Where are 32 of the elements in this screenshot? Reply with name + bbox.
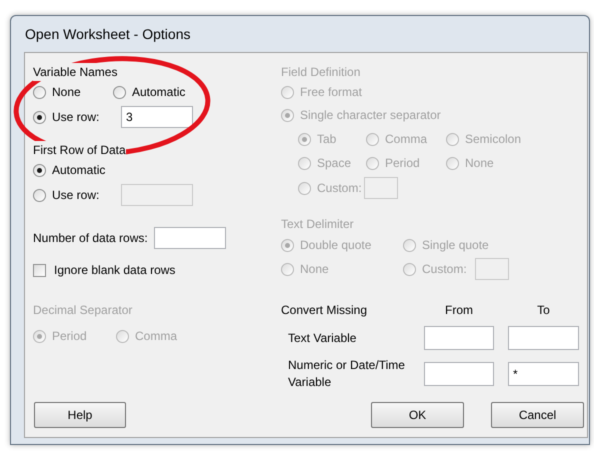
column-header: To bbox=[536, 302, 551, 319]
input-field[interactable]: 3 bbox=[121, 106, 193, 128]
radio-button[interactable] bbox=[33, 110, 46, 124]
radio-button[interactable] bbox=[113, 86, 126, 98]
input-field[interactable] bbox=[424, 326, 494, 350]
checkbox[interactable] bbox=[33, 264, 46, 276]
radio-button[interactable] bbox=[33, 86, 46, 98]
row-label: Numeric or Date/Time Variable bbox=[287, 357, 406, 391]
dialog-button[interactable]: Cancel bbox=[491, 402, 584, 428]
input-field[interactable] bbox=[424, 362, 494, 386]
dialog-button[interactable]: OK bbox=[371, 402, 464, 428]
row-label: Text Variable bbox=[287, 330, 358, 346]
input-field[interactable] bbox=[154, 227, 226, 249]
radio-option[interactable]: Automatic bbox=[113, 83, 186, 101]
input-field[interactable] bbox=[508, 326, 579, 350]
radio-option[interactable]: Automatic bbox=[33, 161, 106, 179]
input-field[interactable] bbox=[474, 258, 509, 280]
checkbox-option[interactable]: Ignore blank data rows bbox=[33, 259, 281, 281]
radio-button[interactable] bbox=[33, 164, 46, 176]
input-field[interactable] bbox=[364, 177, 398, 199]
radio-button[interactable] bbox=[33, 188, 46, 202]
column-header: From bbox=[444, 302, 474, 319]
window-title: Open Worksheet - Options bbox=[24, 25, 192, 44]
radio-option[interactable]: Use row: bbox=[33, 108, 121, 126]
group-title: First Row of Data bbox=[33, 141, 126, 159]
radio-option[interactable]: Use row: bbox=[33, 186, 121, 204]
help-button[interactable]: Help bbox=[34, 402, 126, 428]
radio-option[interactable]: None bbox=[33, 83, 113, 101]
field-label: Number of data rows: bbox=[33, 230, 148, 247]
input-field[interactable]: * bbox=[508, 362, 579, 386]
group-title: Convert Missing bbox=[281, 302, 368, 319]
group-title: Variable Names bbox=[33, 63, 118, 81]
